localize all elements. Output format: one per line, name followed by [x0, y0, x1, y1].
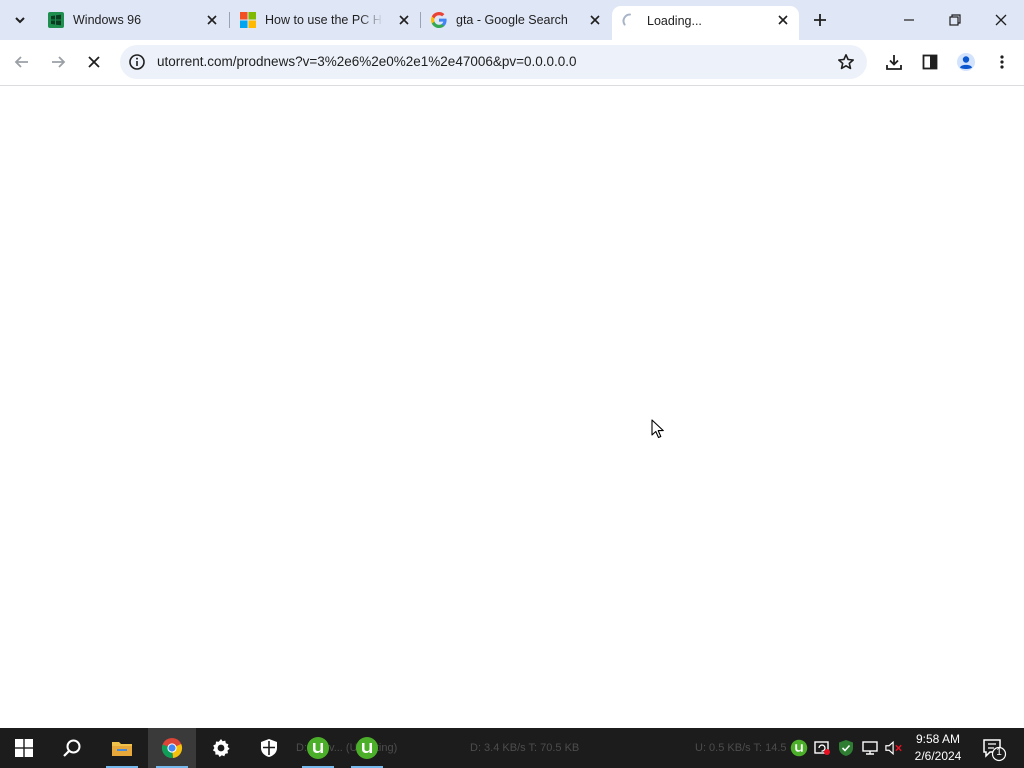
tray-network-icon[interactable]	[861, 739, 879, 757]
microsoft-icon	[240, 12, 256, 28]
close-icon[interactable]	[587, 12, 603, 28]
taskbar-clock[interactable]: 9:58 AM 2/6/2024	[908, 731, 968, 765]
tab-title: gta - Google Search	[456, 13, 568, 27]
side-panel-icon	[922, 54, 938, 70]
minimize-icon	[904, 19, 914, 21]
taskbar-search-button[interactable]	[48, 728, 96, 768]
plus-icon	[814, 14, 826, 26]
clock-date: 2/6/2024	[914, 749, 962, 763]
close-icon[interactable]	[775, 12, 791, 28]
taskbar-chrome[interactable]	[148, 728, 196, 768]
tab-title: Windows 96	[73, 13, 142, 27]
tab-strip: Windows 96 How to use the PC Hea gta - G…	[0, 0, 1024, 40]
clock-time: 9:58 AM	[915, 732, 961, 746]
side-panel-button[interactable]	[915, 47, 945, 77]
minimize-button[interactable]	[886, 0, 932, 40]
windows96-icon	[48, 12, 64, 28]
tab-google-search[interactable]: gta - Google Search	[421, 0, 611, 40]
browser-toolbar: utorrent.com/prodnews?v=3%2e6%2e0%2e1%2e…	[0, 40, 1024, 86]
info-icon[interactable]	[128, 53, 146, 71]
arrow-left-icon	[14, 56, 28, 68]
mouse-cursor-icon	[651, 419, 664, 439]
close-icon[interactable]	[396, 12, 412, 28]
tray-defender-icon[interactable]	[837, 739, 855, 757]
shield-icon	[261, 739, 277, 757]
chevron-down-icon	[15, 17, 25, 24]
search-icon	[63, 739, 81, 757]
gear-icon	[212, 739, 230, 757]
forward-button[interactable]	[43, 47, 73, 77]
arrow-right-icon	[52, 56, 66, 68]
notification-icon	[983, 739, 1007, 762]
chrome-icon	[161, 738, 183, 759]
downloads-button[interactable]	[879, 47, 909, 77]
google-icon	[431, 12, 447, 28]
tab-title: How to use the PC Hea	[265, 13, 383, 27]
close-icon[interactable]	[204, 12, 220, 28]
tab-search-button[interactable]	[6, 6, 34, 34]
notification-count: 1	[996, 747, 1002, 758]
back-button[interactable]	[7, 47, 37, 77]
notification-center-button[interactable]: 1	[980, 736, 1008, 762]
restore-icon	[949, 14, 961, 26]
taskbar-settings[interactable]	[197, 728, 245, 768]
taskbar-security[interactable]	[245, 728, 293, 768]
tray-update-icon[interactable]	[813, 739, 831, 757]
utorrent-download-speed: D: 3.4 KB/s T: 70.5 KB	[470, 742, 580, 754]
tray-volume-muted-icon[interactable]	[885, 739, 903, 757]
tray-utorrent-icon[interactable]	[790, 739, 808, 757]
more-vertical-icon	[1000, 55, 1004, 69]
url-text[interactable]: utorrent.com/prodnews?v=3%2e6%2e0%2e1%2e…	[157, 54, 577, 69]
start-button[interactable]	[0, 728, 48, 768]
stop-loading-button[interactable]	[79, 47, 109, 77]
utorrent-upload-speed: U: 0.5 KB/s T: 14.5	[695, 742, 787, 754]
profile-button[interactable]	[951, 47, 981, 77]
tab-windows96[interactable]: Windows 96	[38, 0, 228, 40]
folder-icon	[112, 742, 132, 756]
taskbar-utorrent-1[interactable]	[294, 728, 342, 768]
taskbar-utorrent-2[interactable]	[343, 728, 391, 768]
windows-logo-icon	[15, 739, 33, 757]
utorrent-icon	[307, 737, 329, 759]
taskbar-file-explorer[interactable]	[98, 728, 146, 768]
new-tab-button[interactable]	[806, 6, 834, 34]
close-window-button[interactable]	[978, 0, 1024, 40]
close-icon	[88, 56, 100, 68]
tab-pc-health[interactable]: How to use the PC Hea	[230, 0, 420, 40]
avatar-icon	[957, 53, 975, 71]
download-icon	[886, 55, 902, 70]
menu-button[interactable]	[987, 47, 1017, 77]
restore-button[interactable]	[932, 0, 978, 40]
utorrent-icon	[356, 737, 378, 759]
close-icon	[995, 14, 1007, 26]
tab-title: Loading...	[647, 14, 702, 28]
page-content	[0, 87, 1024, 728]
tab-loading[interactable]: Loading...	[612, 6, 799, 40]
star-icon[interactable]	[837, 53, 855, 71]
loading-spinner-icon	[622, 13, 631, 26]
address-bar[interactable]: utorrent.com/prodnews?v=3%2e6%2e0%2e1%2e…	[120, 45, 867, 79]
